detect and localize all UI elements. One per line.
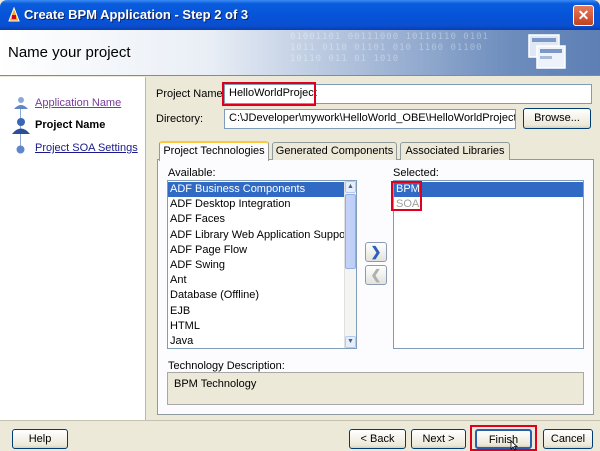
nav-item-label: Project Name (35, 119, 106, 131)
highlight-box (391, 181, 422, 211)
technology-description-box: BPM Technology (167, 372, 584, 405)
cancel-button[interactable]: Cancel (543, 429, 593, 449)
selected-list-item[interactable]: BPM (394, 182, 583, 198)
scrollbar-thumb[interactable] (345, 194, 356, 269)
page-title: Name your project (8, 44, 131, 61)
add-arrow-icon[interactable]: ❯ (365, 242, 387, 262)
app-icon (8, 7, 20, 22)
next-button[interactable]: Next > (411, 429, 466, 449)
technology-description-label: Technology Description: (168, 360, 285, 372)
nav-item-label: Application Name (35, 97, 122, 109)
close-icon[interactable]: ✕ (573, 5, 594, 26)
tab-project-technologies[interactable]: Project Technologies (159, 141, 269, 161)
window-title: Create BPM Application - Step 2 of 3 (24, 7, 249, 22)
wizard-steps-nav: Application Name Project Name Project SO… (0, 77, 146, 420)
available-list-item[interactable]: Ant (168, 273, 345, 288)
selected-label: Selected: (393, 167, 439, 179)
highlight-box (470, 425, 537, 451)
current-step-icon (12, 118, 30, 134)
available-list[interactable]: ADF Business Components ADF Desktop Integ… (167, 180, 357, 349)
available-list-item[interactable]: Java (168, 334, 345, 348)
nav-item-label: Project SOA Settings (35, 142, 138, 154)
selected-list-item[interactable]: SOA (394, 197, 583, 212)
nav-item-project-name[interactable]: Project Name (0, 117, 146, 135)
available-list-item[interactable]: HTML (168, 319, 345, 334)
header-decoration: 01001101 00111000 10110110 0101 1011 011… (290, 32, 489, 64)
step-pending-icon (16, 145, 25, 154)
scroll-up-icon[interactable]: ▲ (345, 181, 356, 193)
directory-input[interactable]: C:\JDeveloper\mywork\HelloWorld_OBE\Hell… (224, 109, 516, 129)
available-list-item[interactable]: ADF Desktop Integration (168, 197, 345, 212)
nav-item-project-soa-settings[interactable]: Project SOA Settings (0, 140, 146, 158)
nav-item-application-name[interactable]: Application Name (0, 95, 146, 113)
available-list-item[interactable]: ADF Faces (168, 212, 345, 227)
wizard-header: Name your project 01001101 00111000 1011… (0, 30, 600, 76)
available-list-item[interactable]: ADF Page Flow (168, 243, 345, 258)
mouse-cursor-icon (510, 440, 519, 451)
project-name-label: Project Name: (156, 88, 226, 100)
help-button[interactable]: Help (12, 429, 68, 449)
title-bar: Create BPM Application - Step 2 of 3 ✕ (0, 0, 600, 30)
highlight-box (222, 82, 316, 106)
remove-arrow-icon[interactable]: ❮ (365, 265, 387, 285)
back-button[interactable]: < Back (349, 429, 406, 449)
technology-description-text: BPM Technology (174, 378, 257, 390)
available-label: Available: (168, 167, 216, 179)
scroll-down-icon[interactable]: ▼ (345, 336, 356, 348)
available-list-item[interactable]: ADF Library Web Application Support (168, 228, 352, 243)
tab-generated-components[interactable]: Generated Components (272, 142, 397, 160)
available-list-item[interactable]: ADF Swing (168, 258, 345, 273)
tab-associated-libraries[interactable]: Associated Libraries (400, 142, 510, 160)
wizard-icon (528, 34, 566, 69)
available-list-item[interactable]: EJB (168, 304, 345, 319)
available-list-item[interactable]: Database (Offline) (168, 288, 345, 303)
available-scrollbar[interactable]: ▲ ▼ (344, 181, 356, 348)
directory-label: Directory: (156, 113, 204, 125)
browse-button[interactable]: Browse... (523, 108, 591, 129)
step-completed-icon (14, 97, 28, 109)
available-list-item[interactable]: ADF Business Components (168, 182, 345, 198)
